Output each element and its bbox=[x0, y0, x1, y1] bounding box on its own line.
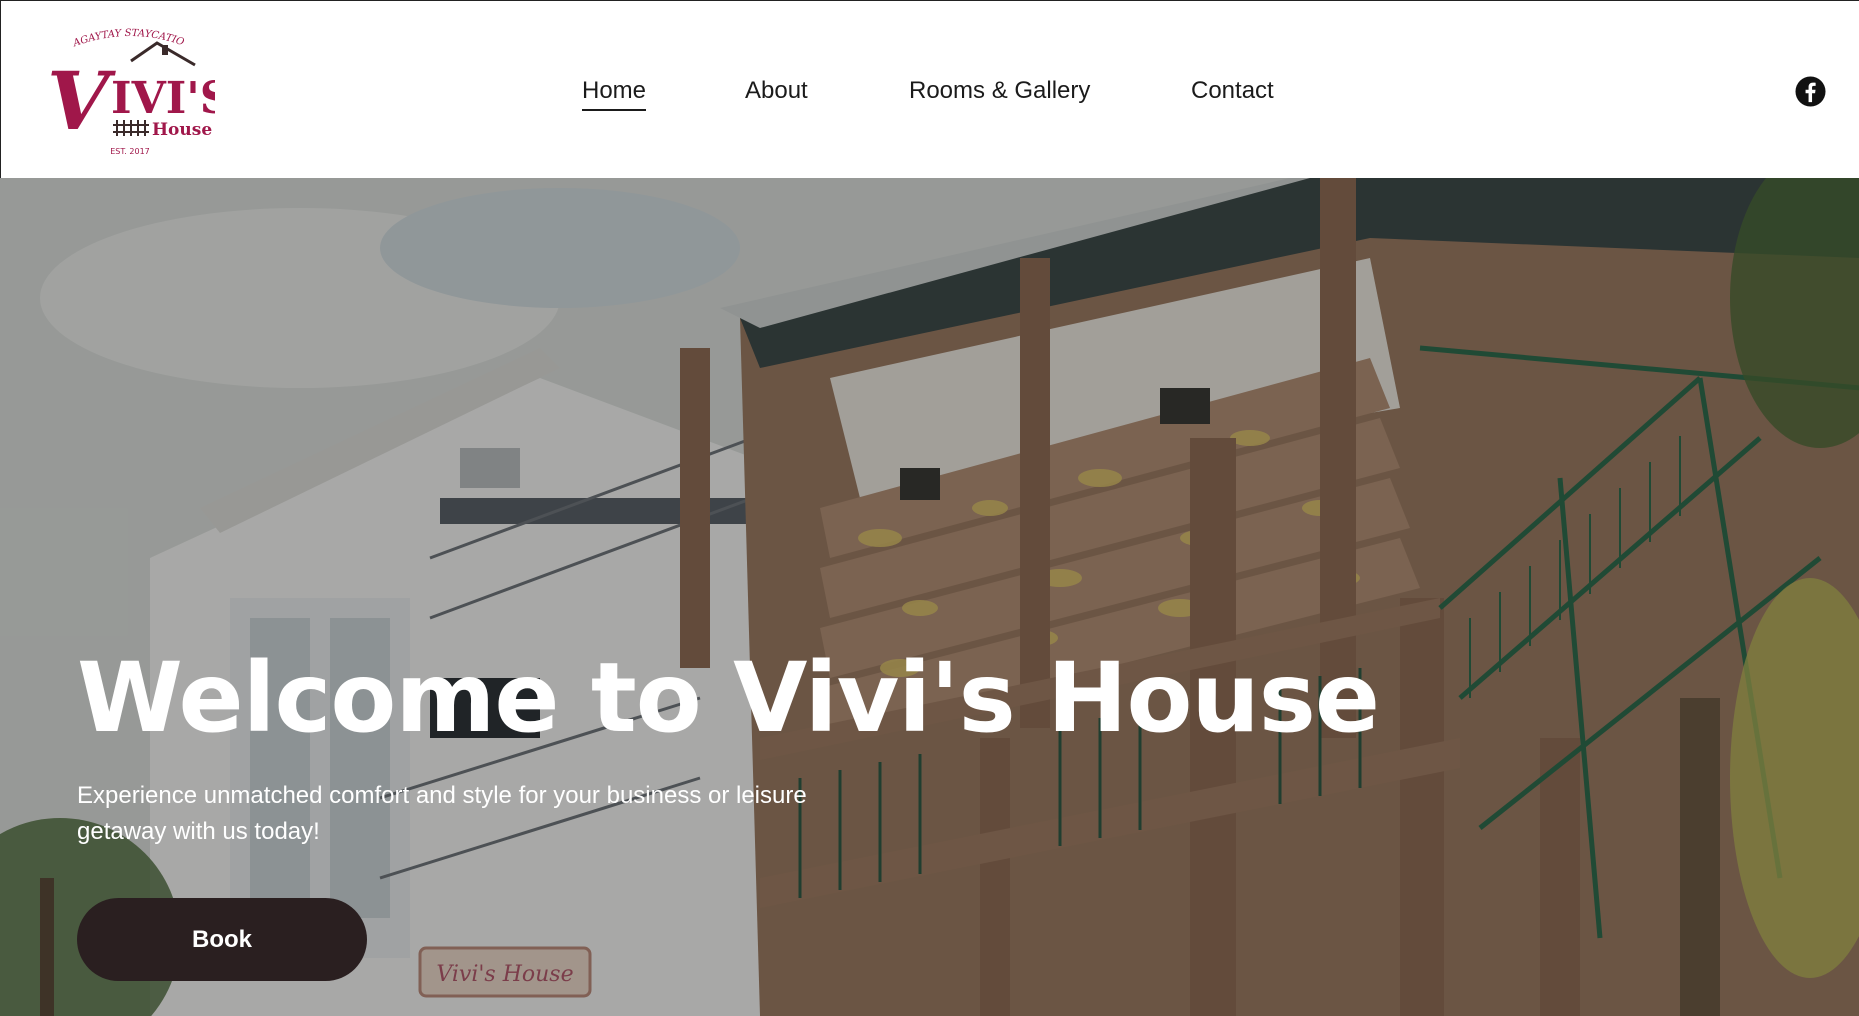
site-header: TAGAYTAY STAYCATION V IVI'S House EST. 2… bbox=[0, 0, 1859, 178]
main-nav: Home About Rooms & Gallery Contact bbox=[1, 1, 1859, 179]
hero-section: Vivi's House Welcome to Vivi's House Exp… bbox=[0, 178, 1859, 1016]
nav-item-rooms-gallery[interactable]: Rooms & Gallery bbox=[909, 73, 1090, 109]
nav-item-home[interactable]: Home bbox=[582, 73, 647, 111]
hero-subtitle: Experience unmatched comfort and style f… bbox=[77, 782, 807, 845]
facebook-icon[interactable] bbox=[1795, 76, 1826, 107]
nav-item-about[interactable]: About bbox=[745, 73, 808, 109]
book-button[interactable]: Book bbox=[77, 898, 367, 981]
hero-title: Welcome to Vivi's House bbox=[77, 642, 1380, 754]
nav-item-contact[interactable]: Contact bbox=[1191, 73, 1274, 109]
hero-dark-overlay bbox=[0, 178, 1859, 1016]
